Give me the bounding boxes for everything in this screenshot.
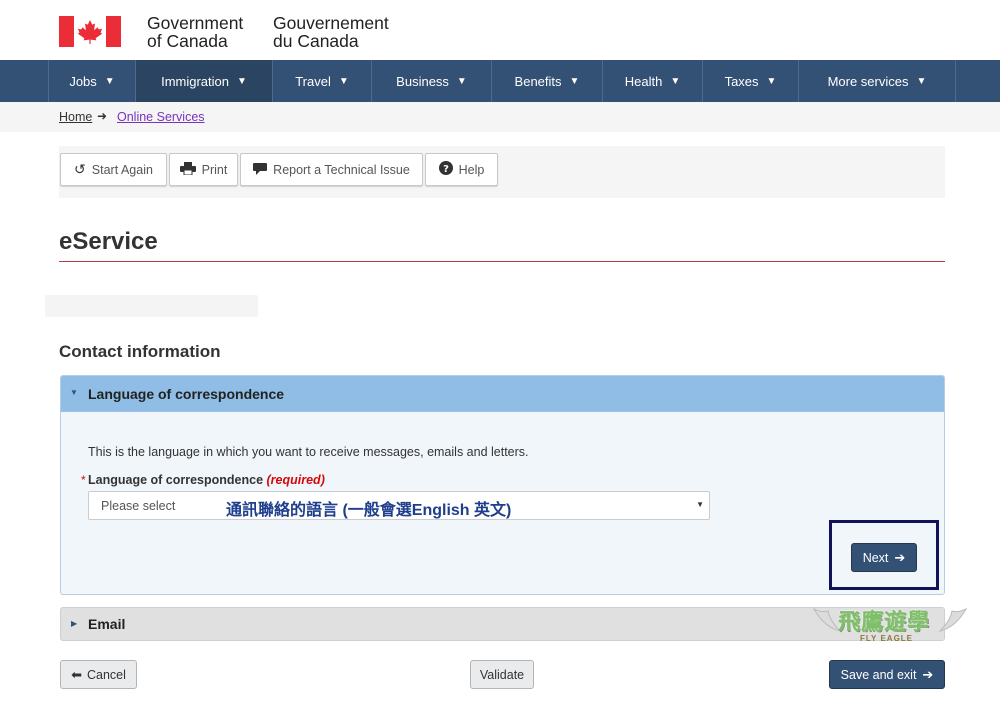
start-again-button[interactable]: ↺ Start Again [60,153,167,186]
menu-label: Health [624,73,663,89]
menu-item-benefits[interactable]: Benefits ▼ [492,60,603,102]
chevron-down-icon: ▼ [916,75,927,87]
refresh-icon: ↺ [74,161,86,177]
chevron-down-icon: ▼ [237,75,247,87]
language-description: This is the language in which you want t… [88,445,529,459]
language-field-label: Language of correspondence (required) [88,473,325,487]
menu-item-more-services[interactable]: More services ▼ [799,60,956,102]
signature-en-line1: Government [147,13,244,33]
menu-label: Business [396,73,449,89]
start-again-label: Start Again [91,162,153,177]
chevron-down-icon: ▼ [569,75,580,87]
save-exit-label: Save and exit [840,667,917,682]
menu-label: Benefits [514,73,562,89]
next-label: Next [862,550,889,565]
help-button[interactable]: ? Help [425,153,498,186]
menu-item-business[interactable]: Business ▼ [372,60,492,102]
breadcrumb-online-services-link[interactable]: Online Services [117,110,205,124]
validate-label: Validate [479,667,525,682]
site-header: Government of Canada Gouvernement du Can… [0,0,1000,60]
menu-label: More services [827,73,909,89]
menu-item-jobs[interactable]: Jobs ▼ [49,60,136,102]
menu-item-immigration[interactable]: Immigration ▼ [136,60,273,102]
fly-eagle-watermark: 飛鷹遊學 FLY EAGLE [810,599,970,647]
title-divider [59,261,945,262]
next-button[interactable]: Next ➔ [851,543,917,572]
watermark-text-cn: 飛鷹遊學 [838,609,931,634]
page-title: eService [59,228,158,255]
breadcrumb: Home ➜ Online Services [0,102,1000,132]
menu-label: Immigration [161,73,229,89]
chevron-down-icon: ▼ [104,75,115,87]
menu-label: Taxes [724,73,759,89]
arrow-left-icon: ⬅ [71,666,82,682]
eservice-toolbar: ↺ Start Again Print Report a Technical I… [59,146,945,198]
save-and-exit-button[interactable]: Save and exit ➔ [829,660,945,689]
watermark-text-en: FLY EAGLE [860,634,914,643]
signature-en-line2: of Canada [147,31,228,51]
language-select-value: Please select [101,499,176,513]
dropdown-arrow-icon: ▼ [696,500,704,509]
cancel-label: Cancel [86,667,126,682]
report-issue-button[interactable]: Report a Technical Issue [240,153,423,186]
language-panel: ▼ Language of correspondence This is the… [60,375,945,595]
language-select[interactable]: Please select 通訊聯絡的語言 (一般會選English 英文) ▼ [88,491,710,520]
required-marker: (required) [266,473,325,487]
cancel-button[interactable]: ⬅ Cancel [60,660,137,689]
breadcrumb-home-link[interactable]: Home [59,110,92,124]
help-label: Help [458,162,485,177]
menu-item-taxes[interactable]: Taxes ▼ [703,60,799,102]
redacted-area [45,295,258,317]
arrow-right-icon: ➜ [97,109,108,123]
report-issue-label: Report a Technical Issue [273,162,410,177]
caret-down-icon: ▼ [70,388,78,397]
arrow-right-icon: ➔ [922,666,934,682]
main-menu: Jobs ▼ Immigration ▼ Travel ▼ Business ▼… [48,60,956,102]
chinese-annotation: 通訊聯絡的語言 (一般會選English 英文) [226,502,512,519]
validate-button[interactable]: Validate [470,660,534,689]
signature-fr-line2: du Canada [273,31,359,51]
language-panel-header[interactable]: ▼ Language of correspondence [61,376,944,412]
printer-icon [179,161,196,178]
main-menu-bar: Jobs ▼ Immigration ▼ Travel ▼ Business ▼… [0,60,1000,102]
svg-text:?: ? [443,164,449,175]
canada-flag-icon[interactable] [59,16,121,47]
chevron-down-icon: ▼ [766,75,777,87]
arrow-right-icon: ➔ [894,549,906,565]
gov-signature-en[interactable]: Government of Canada [147,14,243,50]
chevron-down-icon: ▼ [670,75,681,87]
chevron-down-icon: ▼ [456,75,467,87]
required-asterisk: * [81,473,86,487]
chevron-down-icon: ▼ [338,75,349,87]
language-panel-title: Language of correspondence [88,386,285,402]
menu-label: Jobs [69,73,97,89]
print-button[interactable]: Print [169,153,238,186]
question-circle-icon: ? [438,161,453,178]
language-field-label-text: Language of correspondence [88,473,264,487]
menu-item-health[interactable]: Health ▼ [603,60,703,102]
section-heading: Contact information [59,342,221,361]
gov-signature-fr[interactable]: Gouvernement du Canada [273,14,389,50]
print-label: Print [201,162,228,177]
email-panel-title: Email [88,616,126,632]
menu-label: Travel [295,73,331,89]
signature-fr-line1: Gouvernement [273,13,389,33]
comment-icon [253,162,268,178]
caret-right-icon: ▶ [71,619,78,628]
menu-item-travel[interactable]: Travel ▼ [273,60,372,102]
